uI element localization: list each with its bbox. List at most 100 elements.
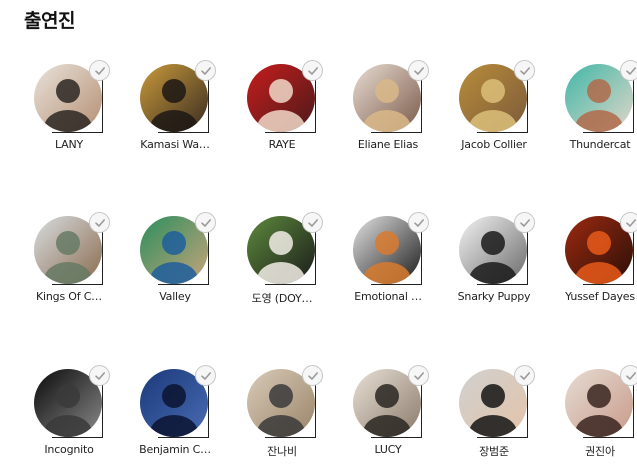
performer-avatar-wrap <box>247 365 323 438</box>
avatar-frame-line <box>583 437 634 438</box>
performer-avatar-wrap <box>247 212 323 285</box>
performer-avatar-wrap <box>459 60 535 133</box>
performer-name[interactable]: Kings Of C… <box>14 290 124 303</box>
performer-card[interactable]: 장범준 <box>439 365 545 469</box>
performer-card[interactable]: Incognito <box>14 365 120 469</box>
performer-name[interactable]: Kamasi Wa… <box>120 138 230 151</box>
avatar-frame-line <box>52 132 103 133</box>
check-icon[interactable] <box>89 212 110 233</box>
performer-name[interactable]: 장범준 <box>439 443 549 459</box>
performer-avatar-wrap <box>353 212 429 285</box>
performer-name[interactable]: RAYE <box>227 138 337 151</box>
avatar-frame-line <box>371 437 422 438</box>
avatar-frame-line <box>477 132 528 133</box>
performer-card[interactable]: Jacob Collier <box>439 60 545 164</box>
check-icon[interactable] <box>514 60 535 81</box>
performer-avatar-wrap <box>140 60 216 133</box>
avatar-frame-line <box>421 76 422 132</box>
avatar-frame-line <box>265 437 316 438</box>
check-icon[interactable] <box>89 60 110 81</box>
avatar-frame-line <box>315 228 316 284</box>
performer-avatar-wrap <box>565 212 637 285</box>
performer-card[interactable]: 잔나비 <box>227 365 333 469</box>
performer-avatar-wrap <box>34 212 110 285</box>
performer-name[interactable]: Benjamin C… <box>120 443 230 456</box>
performer-card[interactable]: RAYE <box>227 60 333 164</box>
performer-avatar-wrap <box>459 365 535 438</box>
check-icon[interactable] <box>89 365 110 386</box>
avatar-frame-line <box>102 76 103 132</box>
avatar-frame-line <box>315 381 316 437</box>
performer-avatar-wrap <box>565 365 637 438</box>
performer-grid: LANY Kamasi Wa… RAYE Eliane Elias Jacob Coll… <box>0 0 637 465</box>
avatar-frame-line <box>265 132 316 133</box>
avatar-frame-line <box>102 228 103 284</box>
performer-name[interactable]: Jacob Collier <box>439 138 549 151</box>
performer-name[interactable]: Snarky Puppy <box>439 290 549 303</box>
performer-name[interactable]: Valley <box>120 290 230 303</box>
check-icon[interactable] <box>620 60 637 81</box>
avatar-frame-line <box>158 437 209 438</box>
avatar-frame-line <box>52 437 103 438</box>
check-icon[interactable] <box>408 212 429 233</box>
performer-avatar-wrap <box>565 60 637 133</box>
avatar-frame-line <box>265 284 316 285</box>
avatar-frame-line <box>583 284 634 285</box>
avatar-frame-line <box>102 381 103 437</box>
avatar-frame-line <box>633 381 634 437</box>
performer-card[interactable]: Emotional … <box>333 212 439 316</box>
performer-card[interactable]: Snarky Puppy <box>439 212 545 316</box>
avatar-frame-line <box>315 76 316 132</box>
check-icon[interactable] <box>514 365 535 386</box>
performer-name[interactable]: 도영 (DOY… <box>227 290 337 306</box>
performer-card[interactable]: 권진아 <box>545 365 637 469</box>
avatar-frame-line <box>527 228 528 284</box>
avatar-frame-line <box>52 284 103 285</box>
performer-avatar-wrap <box>247 60 323 133</box>
performer-avatar-wrap <box>140 365 216 438</box>
performer-avatar-wrap <box>34 60 110 133</box>
performer-card[interactable]: Valley <box>120 212 226 316</box>
avatar-frame-line <box>371 284 422 285</box>
avatar-frame-line <box>583 132 634 133</box>
performer-name[interactable]: 권진아 <box>545 443 637 459</box>
performer-card[interactable]: Kamasi Wa… <box>120 60 226 164</box>
performer-card[interactable]: Yussef Dayes <box>545 212 637 316</box>
avatar-frame-line <box>527 381 528 437</box>
performer-card[interactable]: Eliane Elias <box>333 60 439 164</box>
avatar-frame-line <box>421 228 422 284</box>
performer-card[interactable]: Benjamin C… <box>120 365 226 469</box>
performer-card[interactable]: LUCY <box>333 365 439 469</box>
check-icon[interactable] <box>408 365 429 386</box>
performer-name[interactable]: LUCY <box>333 443 443 456</box>
check-icon[interactable] <box>195 60 216 81</box>
performer-card[interactable]: 도영 (DOY… <box>227 212 333 316</box>
performer-name[interactable]: Thundercat <box>545 138 637 151</box>
avatar-frame-line <box>633 76 634 132</box>
performer-card[interactable]: Kings Of C… <box>14 212 120 316</box>
avatar-frame-line <box>371 132 422 133</box>
check-icon[interactable] <box>302 212 323 233</box>
avatar-frame-line <box>421 381 422 437</box>
check-icon[interactable] <box>620 212 637 233</box>
check-icon[interactable] <box>408 60 429 81</box>
check-icon[interactable] <box>620 365 637 386</box>
performer-name[interactable]: LANY <box>14 138 124 151</box>
performer-name[interactable]: Emotional … <box>333 290 443 303</box>
check-icon[interactable] <box>195 365 216 386</box>
avatar-frame-line <box>477 437 528 438</box>
check-icon[interactable] <box>302 365 323 386</box>
performer-avatar-wrap <box>459 212 535 285</box>
avatar-frame-line <box>527 76 528 132</box>
performer-card[interactable]: Thundercat <box>545 60 637 164</box>
check-icon[interactable] <box>514 212 535 233</box>
performer-name[interactable]: Incognito <box>14 443 124 456</box>
avatar-frame-line <box>208 381 209 437</box>
check-icon[interactable] <box>195 212 216 233</box>
check-icon[interactable] <box>302 60 323 81</box>
performer-name[interactable]: 잔나비 <box>227 443 337 459</box>
performer-name[interactable]: Eliane Elias <box>333 138 443 151</box>
performer-card[interactable]: LANY <box>14 60 120 164</box>
performer-name[interactable]: Yussef Dayes <box>545 290 637 303</box>
avatar-frame-line <box>633 228 634 284</box>
